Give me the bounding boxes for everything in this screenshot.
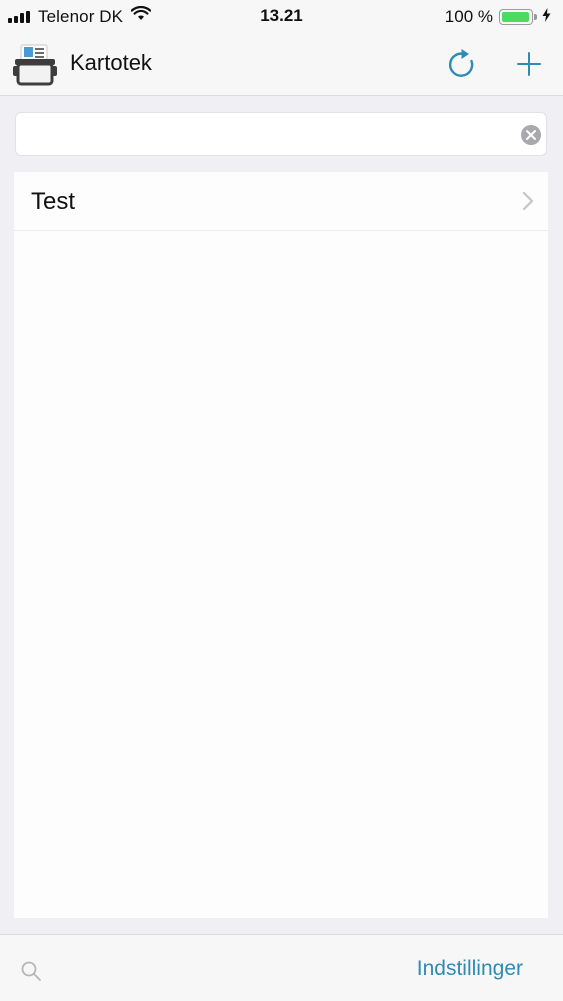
add-button[interactable]: [512, 47, 546, 81]
clear-search-button[interactable]: [520, 124, 542, 146]
refresh-icon: [448, 49, 474, 77]
bottom-toolbar: Indstillinger: [0, 934, 563, 1001]
search-icon: [21, 961, 41, 981]
page-title: Kartotek: [70, 50, 152, 75]
refresh-button[interactable]: [444, 47, 478, 81]
battery-icon: [499, 9, 533, 25]
chevron-right-icon: [522, 191, 534, 216]
list-item-label: Test: [31, 188, 76, 215]
plus-icon: [517, 52, 541, 76]
card-list: Test: [14, 172, 548, 918]
search-field: [15, 112, 547, 157]
search-button[interactable]: [20, 960, 42, 987]
status-right: 100 %: [445, 7, 551, 27]
status-bar: Telenor DK 13.21 100 %: [0, 0, 563, 32]
settings-button[interactable]: Indstillinger: [417, 957, 523, 981]
battery-cap: [534, 14, 537, 20]
charging-bolt-icon: [542, 7, 551, 27]
list-item[interactable]: Test: [14, 172, 548, 231]
clear-icon: [521, 125, 541, 145]
battery-percentage: 100 %: [444, 7, 493, 26]
search-input[interactable]: [26, 113, 510, 157]
battery-level-fill: [502, 12, 529, 22]
navigation-bar: Kartotek: [0, 32, 563, 96]
card-file-app-icon: [12, 42, 58, 93]
